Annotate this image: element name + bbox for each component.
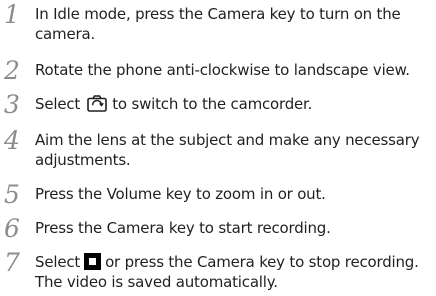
step-number: 3 <box>4 90 20 119</box>
camcorder-switch-icon <box>86 95 107 117</box>
instruction-steps: 1 In Idle mode, press the Camera key to … <box>0 0 436 296</box>
step-text: Press the Camera key to start recording. <box>35 218 433 238</box>
step-number: 2 <box>4 56 20 85</box>
step-line: Press the Camera key to start recording. <box>35 219 331 237</box>
step-line: Aim the lens at the subject and make any… <box>35 131 420 149</box>
step-number: 5 <box>4 180 20 209</box>
step-text-before-icon: Select <box>35 95 81 113</box>
step-number: 4 <box>4 126 20 155</box>
step-line: Rotate the phone anti-clockwise to lands… <box>35 61 410 79</box>
step-text-after-icon: to switch to the camcorder. <box>112 95 313 113</box>
step-number: 1 <box>4 0 20 29</box>
step-number: 6 <box>4 214 20 243</box>
step-text-before-icon: Select <box>35 253 81 271</box>
step-line-with-icon: Select or press the Camera key to stop re… <box>35 252 433 272</box>
step-text-after-icon: or press the Camera key to stop recordin… <box>105 253 419 271</box>
step-line: The video is saved automatically. <box>35 273 278 291</box>
step-text: In Idle mode, press the Camera key to tu… <box>35 4 433 44</box>
step-line: adjustments. <box>35 151 131 169</box>
step-text: Aim the lens at the subject and make any… <box>35 130 433 170</box>
stop-icon <box>84 253 102 270</box>
step-text: Press the Volume key to zoom in or out. <box>35 184 433 204</box>
step-line: In Idle mode, press the Camera key to tu… <box>35 5 401 23</box>
step-text: Select or press the Camera key to stop re… <box>35 252 433 292</box>
step-number: 7 <box>4 248 20 277</box>
step-line: Press the Volume key to zoom in or out. <box>35 185 326 203</box>
step-text: Rotate the phone anti-clockwise to lands… <box>35 60 433 80</box>
step-text: Select to switch to the camcorder. <box>35 94 433 117</box>
step-line: camera. <box>35 25 96 43</box>
